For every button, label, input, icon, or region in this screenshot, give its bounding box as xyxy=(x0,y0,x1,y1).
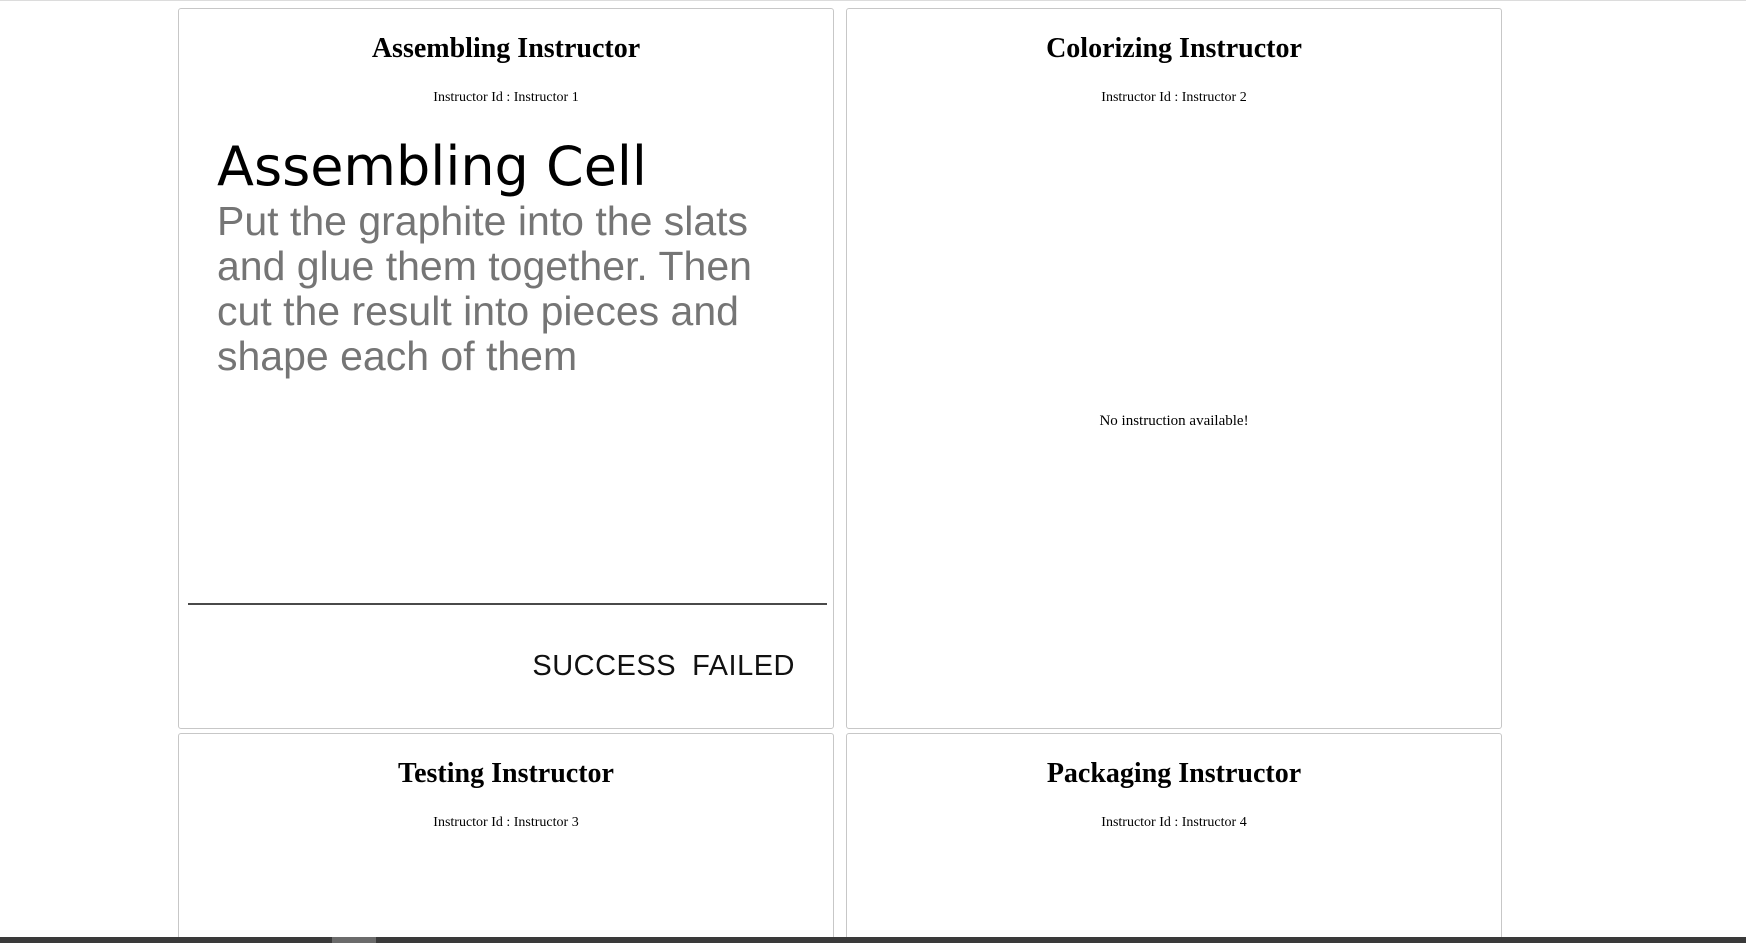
divider xyxy=(188,603,827,605)
instructor-id: Instructor Id : Instructor 1 xyxy=(433,90,579,105)
card-title: Colorizing Instructor xyxy=(1046,33,1302,64)
instruction-heading: Assembling Cell xyxy=(217,135,647,198)
instructor-dashboard: Assembling Instructor Instructor Id : In… xyxy=(0,0,1746,943)
failed-button[interactable]: FAILED xyxy=(692,649,795,683)
instructor-id: Instructor Id : Instructor 4 xyxy=(1101,815,1247,830)
instructor-card-colorizing: Colorizing Instructor Instructor Id : In… xyxy=(846,8,1502,729)
card-title: Assembling Instructor xyxy=(371,33,641,64)
instructor-card-packaging: Packaging Instructor Instructor Id : Ins… xyxy=(846,733,1502,943)
instruction-text: Put the graphite into the slats and glue… xyxy=(217,198,752,379)
card-title: Testing Instructor xyxy=(398,758,614,789)
scrollbar-thumb[interactable] xyxy=(332,937,376,943)
instructor-card-assembling: Assembling Instructor Instructor Id : In… xyxy=(178,8,834,729)
top-border-line xyxy=(0,0,1746,1)
instructor-id: Instructor Id : Instructor 3 xyxy=(433,815,579,830)
instructor-card-testing: Testing Instructor Instructor Id : Instr… xyxy=(178,733,834,943)
instructor-id: Instructor Id : Instructor 2 xyxy=(1101,90,1247,105)
card-title: Packaging Instructor xyxy=(1046,758,1302,789)
success-button[interactable]: SUCCESS xyxy=(532,649,676,683)
instruction-actions: SUCCESS FAILED xyxy=(532,649,795,683)
no-instruction-message: No instruction available! xyxy=(1099,413,1249,429)
horizontal-scrollbar[interactable] xyxy=(0,937,1746,943)
